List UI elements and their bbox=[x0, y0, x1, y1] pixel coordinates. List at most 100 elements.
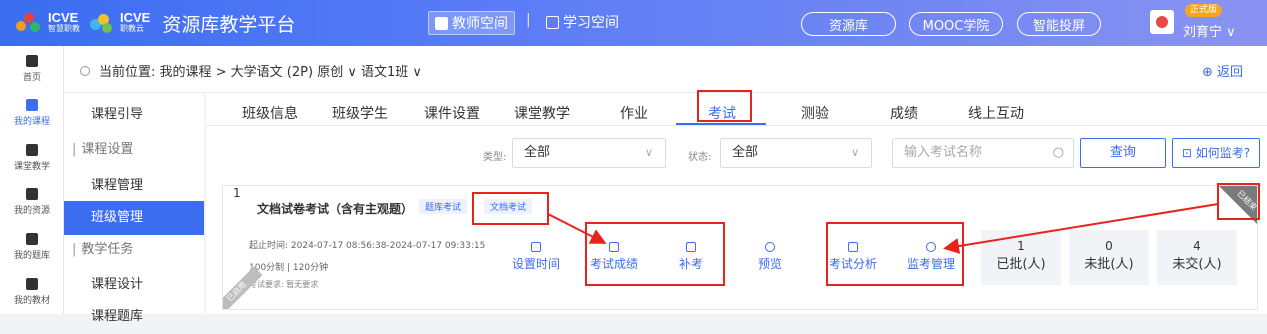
annotation-box-document-exam bbox=[472, 192, 549, 225]
tab-class-students[interactable]: 班级学生 bbox=[332, 103, 388, 123]
nav-textbooks[interactable]: 我的教材 bbox=[0, 278, 64, 306]
course-sub-nav: 课程引导 课程设置 课程管理 班级管理 教学任务 课程设计 课程题库 bbox=[64, 93, 204, 324]
logo-group: ICVE 智慧职教 ICVE 职教云 资源库教学平台 bbox=[14, 7, 295, 39]
tab-divider bbox=[206, 125, 1267, 126]
stat-graded-label: 已批(人) bbox=[996, 257, 1046, 272]
stat-unsubmitted-count: 4 bbox=[1193, 239, 1201, 253]
vip-badge: 正式版 bbox=[1185, 4, 1223, 17]
icve-logo[interactable]: ICVE 智慧职教 bbox=[14, 9, 80, 37]
annotation-box-ended bbox=[1217, 183, 1260, 220]
textbook-icon bbox=[26, 278, 38, 290]
subnav-group-course-settings: 课程设置 bbox=[64, 133, 204, 167]
logo2-name: ICVE bbox=[120, 10, 151, 25]
tab-classroom[interactable]: 课堂教学 bbox=[514, 103, 570, 123]
chevron-down-icon: ∨ bbox=[644, 146, 653, 159]
breadcrumb: 当前位置: 我的课程 > 大学语文 (2P) 原创 ∨ 语文1班 ∨ bbox=[80, 61, 422, 80]
tab-grades[interactable]: 成绩 bbox=[890, 103, 918, 123]
subnav-course-questions[interactable]: 课程题库 bbox=[64, 300, 204, 334]
nav-classroom[interactable]: 课堂教学 bbox=[0, 144, 64, 172]
exam-requirement: 考试要求: 暂无要求 bbox=[249, 280, 319, 289]
smart-cast-button[interactable]: 智能投屏 bbox=[1017, 12, 1101, 36]
classroom-icon bbox=[26, 144, 38, 156]
logo1-name: ICVE bbox=[48, 10, 79, 25]
back-link[interactable]: ⊕ 返回 bbox=[1202, 61, 1243, 80]
home-icon bbox=[26, 55, 38, 67]
exam-card: 1 文档试卷考试（含有主观题） 题库考试 文档考试 起止时间: 2024-07-… bbox=[222, 185, 1258, 310]
user-menu[interactable]: 刘育宁 ∨ bbox=[1183, 21, 1236, 40]
nav-my-courses-label: 我的课程 bbox=[13, 117, 50, 127]
resources-icon bbox=[26, 188, 38, 200]
exam-score-duration: 100分制 | 120分钟 bbox=[249, 263, 329, 273]
left-nav: 首页 我的课程 课堂教学 我的资源 我的题库 我的教材 bbox=[0, 46, 64, 314]
nav-classroom-label: 课堂教学 bbox=[13, 162, 50, 172]
tab-courseware[interactable]: 课件设置 bbox=[424, 103, 480, 123]
teacher-space-tab[interactable]: 教师空间 bbox=[428, 11, 515, 35]
courses-icon bbox=[26, 99, 38, 111]
teacher-space-icon bbox=[435, 16, 448, 30]
stat-ungraded: 0 未批(人) bbox=[1069, 230, 1149, 285]
teacher-space-label: 教师空间 bbox=[452, 16, 508, 32]
set-time-label: 设置时间 bbox=[511, 257, 560, 271]
subnav-course-design[interactable]: 课程设计 bbox=[64, 268, 204, 302]
nav-home[interactable]: 首页 bbox=[0, 55, 64, 83]
eye-icon bbox=[765, 242, 775, 252]
type-filter-label: 类型: bbox=[483, 152, 507, 163]
subnav-course-guide[interactable]: 课程引导 bbox=[64, 98, 204, 132]
icve-cloud-logo-icon bbox=[86, 9, 116, 37]
exam-time-range: 起止时间: 2024-07-17 08:56:38-2024-07-17 09:… bbox=[249, 241, 486, 251]
stat-graded: 1 已批(人) bbox=[981, 230, 1061, 285]
exam-title: 文档试卷考试（含有主观题） bbox=[257, 202, 414, 216]
set-time-action[interactable]: 设置时间 bbox=[506, 242, 566, 272]
stat-ungraded-label: 未批(人) bbox=[1084, 257, 1134, 272]
stat-unsubmitted: 4 未交(人) bbox=[1157, 230, 1237, 285]
subnav-course-management[interactable]: 课程管理 bbox=[64, 169, 204, 203]
student-space-label: 学习空间 bbox=[563, 15, 619, 31]
how-to-proctor-button[interactable]: ⊡ 如何监考? bbox=[1172, 138, 1260, 168]
tab-online-interaction[interactable]: 线上互动 bbox=[968, 103, 1024, 123]
logo1-sub: 智慧职教 bbox=[48, 24, 80, 33]
status-filter-label: 状态: bbox=[688, 152, 712, 163]
breadcrumb-text[interactable]: 当前位置: 我的课程 > 大学语文 (2P) 原创 ∨ 语文1班 ∨ bbox=[99, 61, 422, 80]
nav-my-courses[interactable]: 我的课程 bbox=[0, 99, 64, 127]
resource-library-button[interactable]: 资源库 bbox=[801, 12, 896, 36]
tab-quiz[interactable]: 测验 bbox=[801, 103, 829, 123]
nav-textbooks-label: 我的教材 bbox=[13, 296, 50, 306]
status-select-value: 全部 bbox=[732, 145, 759, 160]
search-icon[interactable]: ○ bbox=[1053, 139, 1064, 167]
clock-icon bbox=[531, 242, 541, 252]
stat-unsubmitted-label: 未交(人) bbox=[1172, 257, 1222, 272]
tab-class-info[interactable]: 班级信息 bbox=[242, 103, 298, 123]
subnav-group-teaching-tasks: 教学任务 bbox=[64, 233, 204, 267]
type-select[interactable]: 全部 ∨ bbox=[512, 138, 666, 168]
nav-question-bank[interactable]: 我的题库 bbox=[0, 233, 64, 261]
location-pin-icon bbox=[80, 65, 90, 76]
platform-title: 资源库教学平台 bbox=[162, 13, 296, 36]
query-button[interactable]: 查询 bbox=[1080, 138, 1166, 168]
exam-search-input[interactable]: 输入考试名称 ○ bbox=[892, 138, 1074, 168]
icve-cloud-logo[interactable]: ICVE 职教云 bbox=[86, 9, 150, 37]
annotation-box-exam-tab bbox=[697, 90, 752, 122]
space-separator: | bbox=[526, 12, 531, 28]
badge-question-bank-exam: 题库考试 bbox=[419, 199, 468, 214]
nav-question-bank-label: 我的题库 bbox=[13, 251, 50, 261]
annotation-box-scores-makeup bbox=[585, 222, 725, 286]
nav-home-label: 首页 bbox=[22, 73, 41, 83]
annotation-box-analysis-proctor bbox=[826, 222, 964, 286]
mooc-button[interactable]: MOOC学院 bbox=[909, 12, 1003, 36]
avatar[interactable] bbox=[1150, 10, 1174, 34]
student-space-tab[interactable]: 学习空间 bbox=[546, 12, 619, 32]
exam-index: 1 bbox=[233, 186, 241, 200]
preview-action[interactable]: 预览 bbox=[740, 242, 800, 272]
student-space-icon bbox=[546, 15, 559, 29]
icve-logo-icon bbox=[14, 9, 44, 37]
tab-homework[interactable]: 作业 bbox=[620, 103, 648, 123]
subnav-class-management[interactable]: 班级管理 bbox=[64, 201, 204, 235]
logo2-sub: 职教云 bbox=[120, 24, 144, 33]
nav-resources[interactable]: 我的资源 bbox=[0, 188, 64, 216]
preview-label: 预览 bbox=[757, 257, 782, 271]
status-select[interactable]: 全部 ∨ bbox=[720, 138, 872, 168]
question-bank-icon bbox=[26, 233, 38, 245]
main-panel: 班级信息 班级学生 课件设置 课堂教学 作业 考试 测验 成绩 线上互动 类型:… bbox=[206, 93, 1267, 314]
chevron-down-icon: ∨ bbox=[850, 146, 859, 159]
type-select-value: 全部 bbox=[524, 145, 551, 160]
